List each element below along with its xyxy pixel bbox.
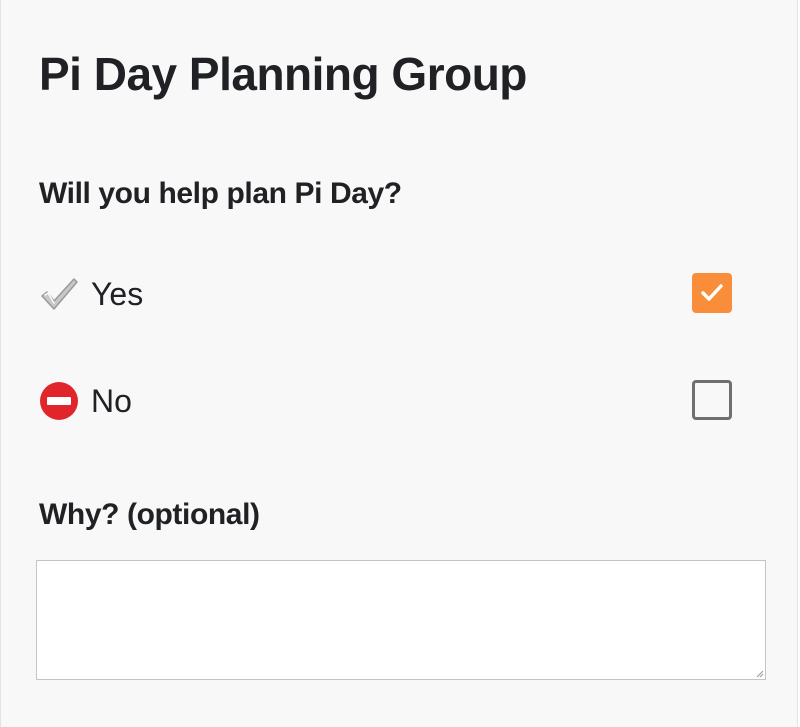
form-card: Pi Day Planning Group Will you help plan… <box>0 0 798 727</box>
page-title: Pi Day Planning Group <box>39 48 527 100</box>
why-label: Why? (optional) <box>39 498 260 531</box>
option-yes-label: Yes <box>91 276 144 312</box>
question-label: Will you help plan Pi Day? <box>39 177 402 210</box>
option-no[interactable]: No <box>39 375 739 423</box>
checkmark-icon <box>701 284 723 301</box>
no-entry-icon <box>39 381 79 421</box>
option-no-label: No <box>91 383 132 419</box>
check-mark-icon <box>39 274 79 314</box>
yes-checkbox[interactable] <box>692 273 732 313</box>
option-yes[interactable]: Yes <box>39 268 739 316</box>
no-checkbox[interactable] <box>692 380 732 420</box>
resize-grip-icon[interactable] <box>755 669 764 678</box>
why-textarea[interactable] <box>36 560 766 680</box>
